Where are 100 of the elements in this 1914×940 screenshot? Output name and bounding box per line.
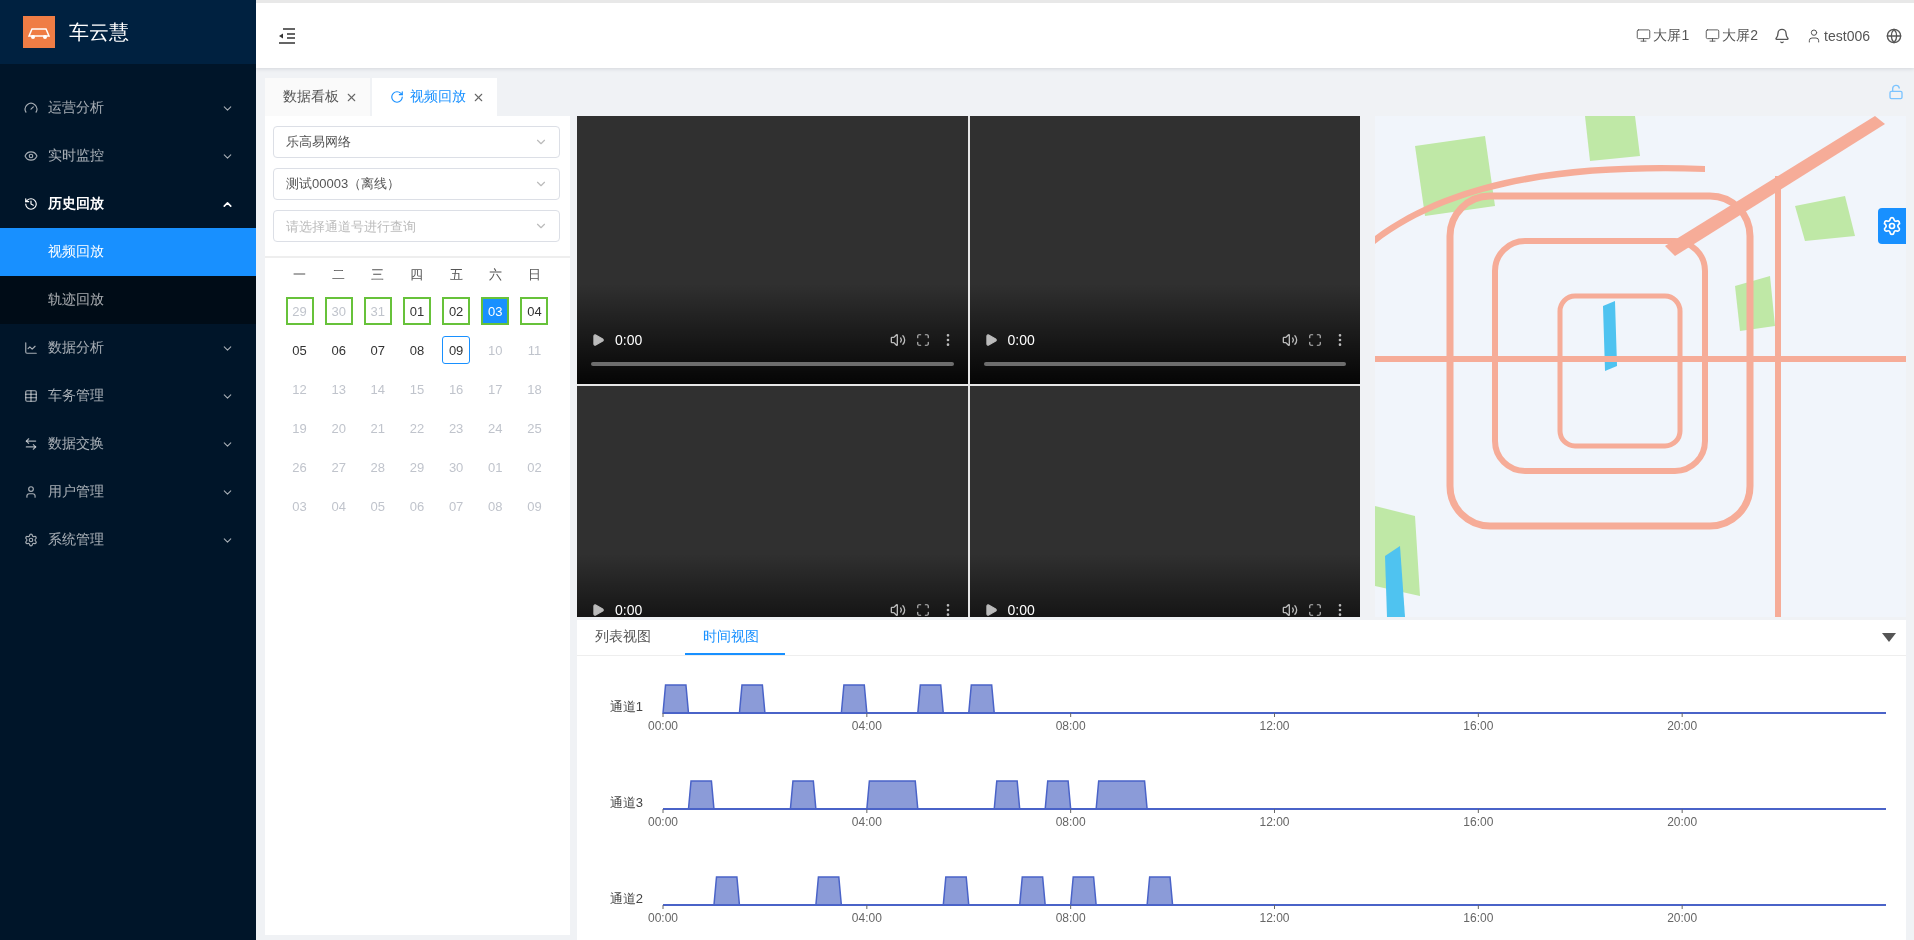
tick-label: 16:00	[1463, 815, 1494, 829]
date-cell[interactable]: 04	[520, 297, 549, 325]
menu-item[interactable]: 历史回放	[0, 180, 256, 228]
date-cell[interactable]: 11	[520, 336, 549, 364]
date-cell[interactable]: 13	[324, 375, 353, 403]
view-tab[interactable]: 时间视图	[685, 620, 785, 655]
date-cell[interactable]: 21	[363, 414, 392, 442]
video-player[interactable]: 0:00	[969, 116, 1360, 384]
date-cell[interactable]: 24	[481, 414, 510, 442]
date-cell[interactable]: 29	[285, 297, 314, 325]
video-player[interactable]: 0:00	[577, 116, 968, 384]
date-cell[interactable]: 26	[285, 453, 314, 481]
date-cell[interactable]: 17	[481, 375, 510, 403]
date-cell[interactable]: 27	[324, 453, 353, 481]
menu-item[interactable]: 系统管理	[0, 516, 256, 564]
menu-fold-icon[interactable]	[278, 27, 296, 44]
settings-button[interactable]	[1878, 208, 1906, 244]
select-field[interactable]: 乐高易网络	[273, 126, 560, 158]
date-cell[interactable]: 28	[363, 453, 392, 481]
volume-icon[interactable]	[889, 332, 906, 348]
screen-link[interactable]: 大屏1	[1636, 26, 1690, 45]
menu-item[interactable]: 数据交换	[0, 420, 256, 468]
select-field[interactable]: 测试00003（离线）	[273, 168, 560, 200]
date-cell[interactable]: 05	[285, 336, 314, 364]
fullscreen-icon[interactable]	[1308, 603, 1322, 617]
progress-track[interactable]	[591, 362, 954, 366]
date-cell[interactable]: 23	[442, 414, 471, 442]
user-menu[interactable]: test006	[1806, 27, 1870, 44]
menu-item[interactable]: 用户管理	[0, 468, 256, 516]
volume-icon[interactable]	[1282, 602, 1298, 617]
menu-item[interactable]: 运营分析	[0, 84, 256, 132]
play-icon[interactable]	[983, 333, 998, 347]
caret-down-icon[interactable]	[1882, 632, 1896, 643]
video-player[interactable]: 0:00	[969, 386, 1360, 617]
date-cell[interactable]: 29	[402, 453, 431, 481]
monitor-icon	[1636, 28, 1652, 43]
date-cell[interactable]: 08	[481, 492, 510, 520]
video-time: 0:00	[1007, 332, 1036, 348]
fullscreen-icon[interactable]	[1308, 333, 1322, 347]
tick-label: 00:00	[648, 719, 678, 733]
date-cell[interactable]: 08	[402, 336, 431, 364]
date-cell[interactable]: 07	[363, 336, 392, 364]
menu-item[interactable]: 车务管理	[0, 372, 256, 420]
logo-icon	[23, 16, 55, 48]
progress-track[interactable]	[983, 362, 1346, 366]
select-field[interactable]: 请选择通道号进行查询	[273, 210, 560, 242]
fullscreen-icon[interactable]	[915, 333, 930, 347]
date-cell[interactable]: 10	[481, 336, 510, 364]
weekday-label: 三	[370, 266, 386, 284]
video-time: 0:00	[615, 602, 644, 617]
date-cell[interactable]: 06	[402, 492, 431, 520]
date-cell[interactable]: 03	[285, 492, 314, 520]
date-cell[interactable]: 07	[442, 492, 471, 520]
gauge-icon	[24, 101, 38, 115]
date-cell[interactable]: 01	[481, 453, 510, 481]
volume-icon[interactable]	[1282, 332, 1298, 348]
date-cell[interactable]: 04	[324, 492, 353, 520]
view-tab[interactable]: 列表视图	[577, 620, 677, 655]
fullscreen-icon[interactable]	[915, 603, 930, 617]
menu-item[interactable]: 实时监控	[0, 132, 256, 180]
tick-label: 16:00	[1463, 911, 1494, 925]
date-cell[interactable]: 09	[442, 336, 471, 364]
date-cell[interactable]: 03	[481, 297, 510, 325]
submenu-item[interactable]: 轨迹回放	[0, 276, 256, 324]
play-icon[interactable]	[591, 603, 605, 617]
page-tab[interactable]: 数据看板	[265, 78, 370, 116]
tick-label: 00:00	[648, 815, 678, 829]
date-cell[interactable]: 02	[442, 297, 471, 325]
weekday-label: 五	[448, 266, 464, 284]
date-cell[interactable]: 22	[402, 414, 431, 442]
date-cell[interactable]: 18	[520, 375, 549, 403]
channel-label: 通道1	[609, 699, 643, 714]
date-cell[interactable]: 01	[402, 297, 431, 325]
date-cell[interactable]: 20	[324, 414, 353, 442]
screen-link[interactable]: 大屏2	[1705, 26, 1759, 45]
volume-icon[interactable]	[889, 602, 906, 617]
video-player[interactable]: 0:00	[577, 386, 968, 617]
menu-item[interactable]: 数据分析	[0, 324, 256, 372]
date-cell[interactable]: 30	[442, 453, 471, 481]
date-cell[interactable]: 25	[520, 414, 549, 442]
date-cell[interactable]: 05	[363, 492, 392, 520]
date-cell[interactable]: 16	[442, 375, 471, 403]
date-cell[interactable]: 02	[520, 453, 549, 481]
tick-label: 04:00	[851, 719, 882, 733]
date-cell[interactable]: 15	[402, 375, 431, 403]
bell-icon[interactable]	[1774, 27, 1791, 44]
date-cell[interactable]: 14	[363, 375, 392, 403]
weekday-label: 六	[487, 266, 503, 284]
date-cell[interactable]: 19	[285, 414, 314, 442]
play-icon[interactable]	[591, 333, 605, 347]
page-tab[interactable]: 视频回放	[372, 78, 497, 116]
date-cell[interactable]: 06	[324, 336, 353, 364]
date-cell[interactable]: 31	[363, 297, 392, 325]
date-cell[interactable]: 09	[520, 492, 549, 520]
channel-label: 通道2	[609, 891, 643, 906]
date-cell[interactable]: 30	[324, 297, 353, 325]
submenu-item[interactable]: 视频回放	[0, 228, 256, 276]
date-cell[interactable]: 12	[285, 375, 314, 403]
globe-icon[interactable]	[1886, 27, 1902, 44]
play-icon[interactable]	[983, 603, 998, 617]
